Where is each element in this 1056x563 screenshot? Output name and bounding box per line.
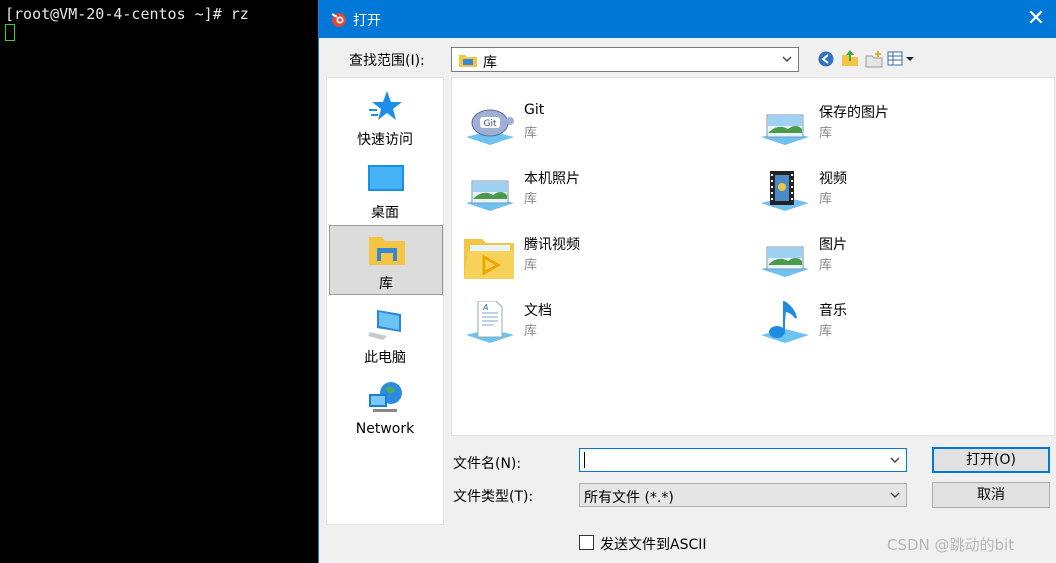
- new-folder-icon[interactable]: [865, 50, 883, 68]
- item-type: 库: [524, 258, 538, 273]
- look-in-dropdown[interactable]: 库: [451, 47, 799, 72]
- filetype-label: 文件类型(T):: [453, 489, 534, 505]
- list-item-camera-roll[interactable]: 本机照片 库: [454, 167, 724, 223]
- app-shell-icon: [331, 13, 346, 27]
- item-name: 本机照片: [524, 171, 580, 187]
- send-ascii-checkbox[interactable]: [579, 535, 594, 550]
- item-type: 库: [524, 324, 538, 339]
- list-item-saved-pictures[interactable]: 保存的图片 库: [749, 101, 1019, 157]
- places-bar: 快速访问 桌面 库 此电脑 Network: [326, 77, 444, 525]
- up-folder-icon[interactable]: [841, 49, 859, 67]
- dialog-title: 打开: [353, 13, 381, 29]
- chevron-down-icon: [890, 492, 900, 498]
- computer-icon: [368, 310, 401, 340]
- list-item-git[interactable]: Git Git 库: [454, 101, 724, 157]
- text-caret: [584, 452, 585, 468]
- git-library-icon: Git: [466, 109, 514, 145]
- list-item-videos[interactable]: 视频 库: [749, 167, 1019, 223]
- dialog-titlebar[interactable]: 打开 ✕: [319, 0, 1056, 38]
- item-name: 音乐: [819, 303, 847, 319]
- file-list[interactable]: Git Git 库 保存的图片 库 本机照片 库 视频 库 腾讯视频 库 图片 …: [451, 77, 1055, 436]
- look-in-value: 库: [483, 55, 497, 71]
- place-label: 桌面: [371, 205, 399, 221]
- filetype-value: 所有文件 (*.*): [584, 490, 674, 506]
- list-item-documents[interactable]: A 文档 库: [454, 299, 724, 355]
- watermark: CSDN @跳动的bit: [887, 536, 1015, 554]
- place-desktop[interactable]: 桌面: [329, 155, 443, 225]
- terminal-window[interactable]: [root@VM-20-4-centos ~]# rz: [0, 0, 318, 563]
- item-name: Git: [524, 102, 545, 118]
- cancel-button[interactable]: 取消: [932, 482, 1050, 508]
- view-menu-icon[interactable]: [887, 50, 915, 68]
- item-type: 库: [524, 192, 538, 207]
- terminal-prompt-line: [root@VM-20-4-centos ~]# rz: [5, 5, 249, 23]
- network-icon: [369, 382, 402, 412]
- star-icon: [369, 91, 402, 120]
- item-type: 库: [819, 324, 833, 339]
- close-button[interactable]: ✕: [1019, 4, 1053, 34]
- list-item-music[interactable]: 音乐 库: [749, 299, 1019, 355]
- filetype-select[interactable]: 所有文件 (*.*): [579, 483, 907, 507]
- open-button[interactable]: 打开(O): [932, 447, 1050, 473]
- terminal-cursor: [5, 24, 15, 41]
- place-label: 库: [379, 276, 393, 292]
- place-label: 此电脑: [364, 350, 406, 366]
- place-label: Network: [355, 421, 415, 437]
- filename-input[interactable]: [579, 448, 907, 472]
- place-network[interactable]: Network: [329, 374, 443, 444]
- item-type: 库: [819, 126, 833, 141]
- svg-text:A: A: [482, 303, 488, 312]
- filename-label: 文件名(N):: [453, 456, 522, 472]
- music-library-icon: [761, 301, 809, 343]
- place-quick-access[interactable]: 快速访问: [329, 82, 443, 152]
- list-item-pictures[interactable]: 图片 库: [749, 233, 1019, 289]
- chevron-down-icon[interactable]: [889, 452, 901, 468]
- desktop-icon: [368, 165, 404, 191]
- pictures-library-icon: [761, 114, 809, 145]
- item-name: 腾讯视频: [524, 237, 580, 253]
- look-in-label: 查找范围(I):: [349, 53, 425, 69]
- pictures-library-icon: [761, 246, 809, 277]
- item-type: 库: [524, 126, 538, 141]
- tencent-video-folder-icon: [464, 239, 514, 279]
- library-icon: [369, 237, 405, 265]
- item-name: 文档: [524, 303, 552, 319]
- place-label: 快速访问: [357, 132, 413, 148]
- pictures-library-icon: [466, 180, 514, 211]
- item-type: 库: [819, 192, 833, 207]
- list-item-tencent-video[interactable]: 腾讯视频 库: [454, 233, 724, 289]
- back-icon[interactable]: [817, 50, 835, 68]
- videos-library-icon: [761, 171, 809, 211]
- open-file-dialog: 打开 ✕ 查找范围(I): 库 快速访问 桌面 库 此电脑 Network Gi…: [318, 0, 1056, 563]
- svg-text:Git: Git: [483, 119, 496, 129]
- item-name: 保存的图片: [819, 105, 889, 121]
- item-name: 视频: [819, 171, 847, 187]
- place-libraries[interactable]: 库: [329, 225, 443, 295]
- chevron-down-icon: [782, 56, 792, 62]
- library-icon: [459, 55, 477, 67]
- item-name: 图片: [819, 237, 847, 253]
- send-ascii-label: 发送文件到ASCII: [600, 537, 707, 553]
- item-type: 库: [819, 258, 833, 273]
- documents-library-icon: A: [466, 301, 514, 343]
- place-this-pc[interactable]: 此电脑: [329, 300, 443, 370]
